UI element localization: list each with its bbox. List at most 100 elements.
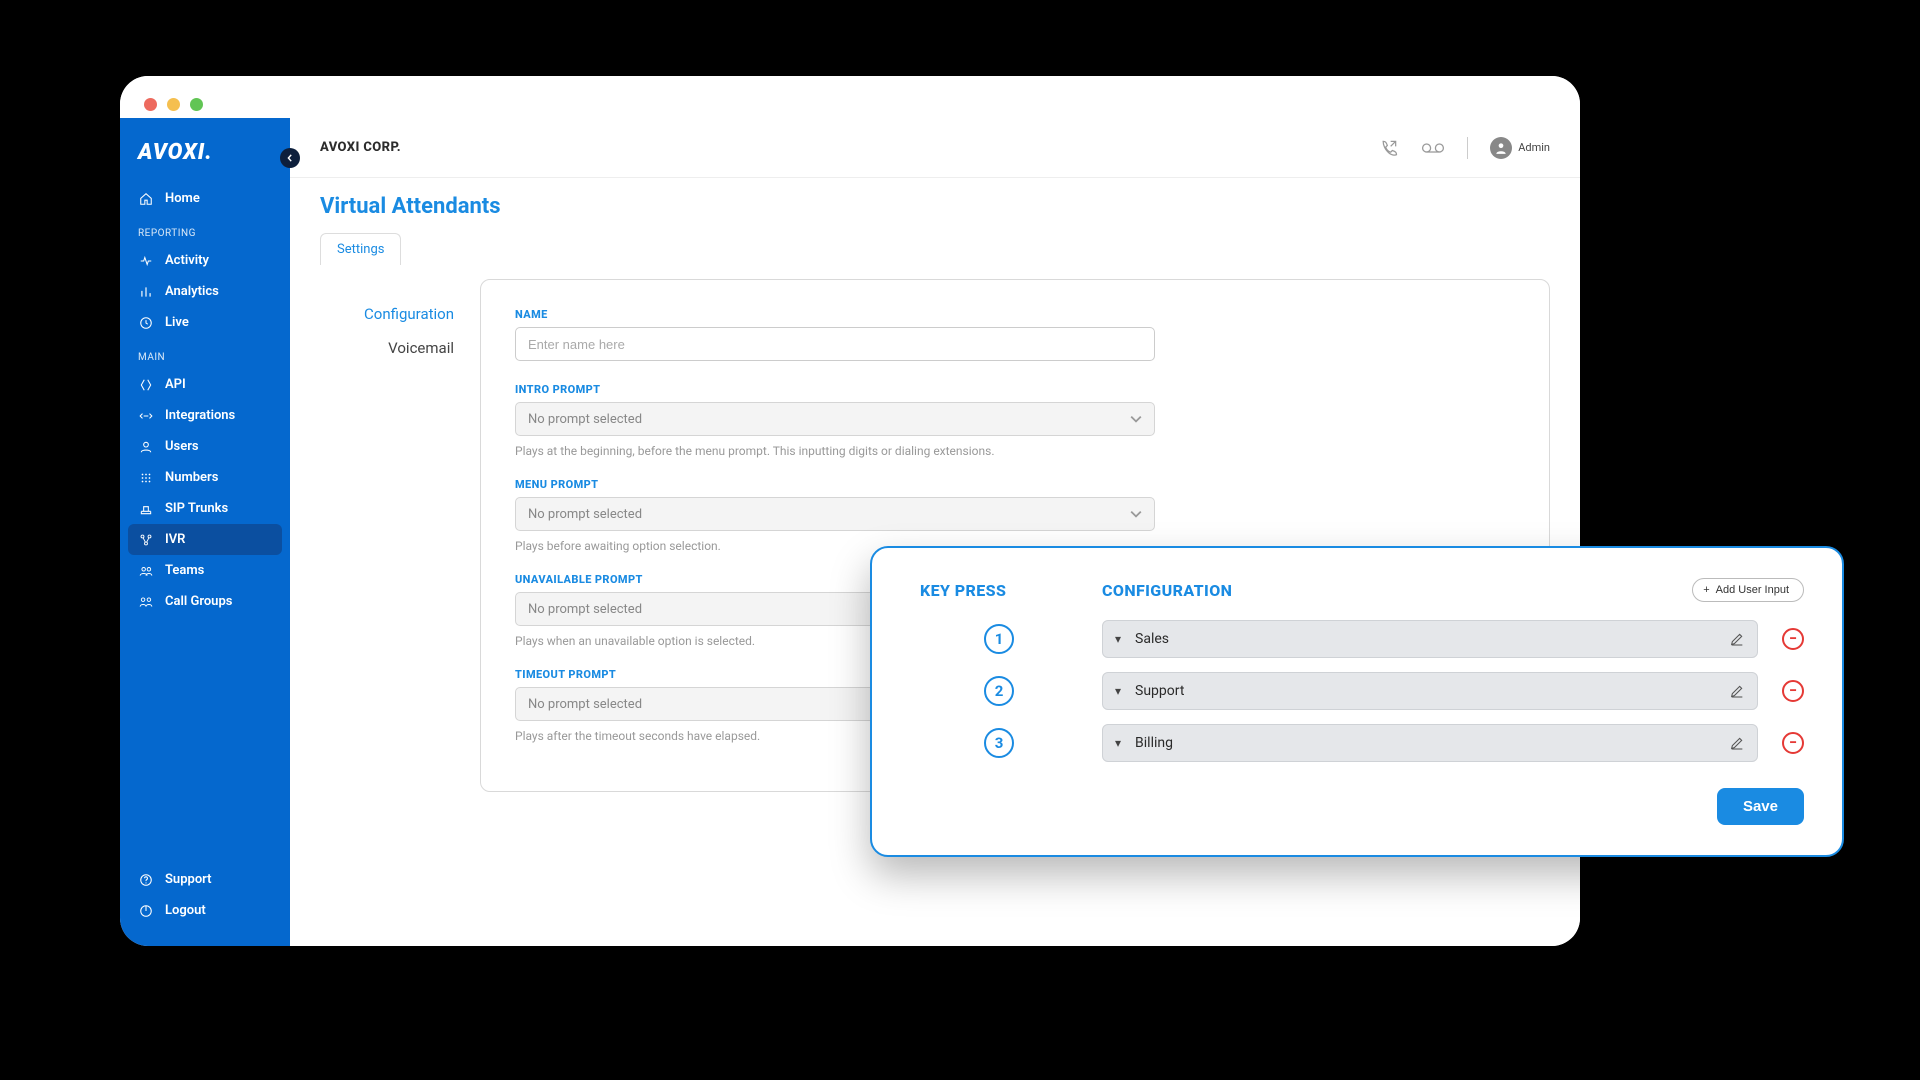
sidebar-item-logout[interactable]: Logout	[120, 895, 290, 926]
sidebar-item-api[interactable]: API	[120, 369, 290, 400]
avatar-icon	[1490, 137, 1512, 159]
chevron-down-icon	[1130, 413, 1142, 425]
sidebar-item-call-groups[interactable]: Call Groups	[120, 586, 290, 617]
sip-trunks-icon	[138, 501, 153, 516]
live-icon	[138, 315, 153, 330]
sidebar-item-ivr[interactable]: IVR	[128, 524, 282, 555]
minus-icon: −	[1789, 736, 1797, 750]
topbar-divider	[1467, 137, 1468, 159]
user-role-label: Admin	[1518, 141, 1550, 154]
select-value: No prompt selected	[528, 507, 642, 522]
sidebar-item-label: Teams	[165, 563, 204, 578]
ivr-icon	[138, 532, 153, 547]
subnav-item-voicemail[interactable]: Voicemail	[320, 331, 470, 365]
sidebar-item-label: Support	[165, 872, 212, 887]
sidebar-collapse-button[interactable]	[280, 148, 300, 168]
intro-prompt-help: Plays at the beginning, before the menu …	[515, 444, 1155, 458]
maximize-window-icon[interactable]	[190, 98, 203, 111]
sidebar-item-label: Users	[165, 439, 199, 454]
select-value: No prompt selected	[528, 412, 642, 427]
plus-icon: +	[1703, 584, 1709, 596]
edit-icon[interactable]	[1729, 735, 1745, 751]
sidebar-item-home[interactable]: Home	[120, 183, 290, 214]
remove-row-button[interactable]: −	[1782, 628, 1804, 650]
minimize-window-icon[interactable]	[167, 98, 180, 111]
key-press-row: 3 ▾ Billing −	[920, 724, 1804, 762]
support-icon	[138, 872, 153, 887]
page-title: Virtual Attendants	[320, 194, 1550, 219]
sidebar-item-activity[interactable]: Activity	[120, 245, 290, 276]
call-forward-icon[interactable]	[1379, 138, 1399, 158]
chevron-down-icon	[1130, 508, 1142, 520]
minus-icon: −	[1789, 632, 1797, 646]
key-press-row: 2 ▾ Support −	[920, 672, 1804, 710]
name-input[interactable]	[515, 327, 1155, 361]
key-press-config-label: Billing	[1135, 735, 1173, 751]
sidebar-item-label: SIP Trunks	[165, 501, 228, 516]
key-press-config[interactable]: ▾ Billing	[1102, 724, 1758, 762]
tab-settings[interactable]: Settings	[320, 233, 401, 265]
sidebar-item-users[interactable]: Users	[120, 431, 290, 462]
key-press-number: 3	[984, 728, 1014, 758]
teams-icon	[138, 563, 153, 578]
chevron-down-icon: ▾	[1115, 632, 1121, 646]
sidebar-item-integrations[interactable]: Integrations	[120, 400, 290, 431]
add-user-input-label: Add User Input	[1716, 584, 1789, 596]
sidebar-item-live[interactable]: Live	[120, 307, 290, 338]
call-groups-icon	[138, 594, 153, 609]
numbers-icon	[138, 470, 153, 485]
edit-icon[interactable]	[1729, 631, 1745, 647]
activity-icon	[138, 253, 153, 268]
window-controls	[120, 76, 1580, 118]
sidebar-item-label: Analytics	[165, 284, 219, 299]
settings-subnav: Configuration Voicemail	[320, 279, 470, 792]
chevron-down-icon: ▾	[1115, 684, 1121, 698]
sidebar-item-label: Home	[165, 191, 200, 206]
api-icon	[138, 377, 153, 392]
sidebar-item-label: Logout	[165, 903, 206, 918]
menu-prompt-select[interactable]: No prompt selected	[515, 497, 1155, 531]
menu-prompt-label: MENU PROMPT	[515, 478, 1515, 491]
sidebar-item-label: Numbers	[165, 470, 218, 485]
intro-prompt-select[interactable]: No prompt selected	[515, 402, 1155, 436]
minus-icon: −	[1789, 684, 1797, 698]
key-press-config-label: Support	[1135, 683, 1184, 699]
sidebar-item-label: API	[165, 377, 186, 392]
sidebar-item-sip-trunks[interactable]: SIP Trunks	[120, 493, 290, 524]
key-press-panel: KEY PRESS CONFIGURATION + Add User Input…	[870, 546, 1844, 857]
home-icon	[138, 191, 153, 206]
key-press-number: 1	[984, 624, 1014, 654]
remove-row-button[interactable]: −	[1782, 680, 1804, 702]
sidebar-section-main: MAIN	[120, 338, 290, 369]
user-menu[interactable]: Admin	[1490, 137, 1550, 159]
panel-heading-key-press: KEY PRESS	[920, 581, 1102, 600]
sidebar: AVOXI. Home REPORTING Activity	[120, 118, 290, 946]
chevron-down-icon: ▾	[1115, 736, 1121, 750]
key-press-config[interactable]: ▾ Sales	[1102, 620, 1758, 658]
key-press-row: 1 ▾ Sales −	[920, 620, 1804, 658]
sidebar-item-analytics[interactable]: Analytics	[120, 276, 290, 307]
sidebar-item-teams[interactable]: Teams	[120, 555, 290, 586]
select-value: No prompt selected	[528, 602, 642, 617]
sidebar-section-reporting: REPORTING	[120, 214, 290, 245]
voicemail-icon[interactable]	[1421, 138, 1445, 158]
chevron-left-icon	[286, 154, 294, 162]
key-press-number: 2	[984, 676, 1014, 706]
topbar: AVOXI CORP. Admin	[290, 118, 1580, 178]
key-press-config-label: Sales	[1135, 631, 1169, 647]
intro-prompt-label: INTRO PROMPT	[515, 383, 1515, 396]
org-name: AVOXI CORP.	[320, 140, 401, 155]
add-user-input-button[interactable]: + Add User Input	[1692, 578, 1804, 602]
close-window-icon[interactable]	[144, 98, 157, 111]
subnav-item-configuration[interactable]: Configuration	[320, 297, 470, 331]
edit-icon[interactable]	[1729, 683, 1745, 699]
name-field-label: NAME	[515, 308, 1515, 321]
sidebar-item-numbers[interactable]: Numbers	[120, 462, 290, 493]
sidebar-item-support[interactable]: Support	[120, 864, 290, 895]
sidebar-item-label: Integrations	[165, 408, 235, 423]
remove-row-button[interactable]: −	[1782, 732, 1804, 754]
save-button[interactable]: Save	[1717, 788, 1804, 825]
key-press-config[interactable]: ▾ Support	[1102, 672, 1758, 710]
sidebar-item-label: Call Groups	[165, 594, 232, 609]
logout-icon	[138, 903, 153, 918]
